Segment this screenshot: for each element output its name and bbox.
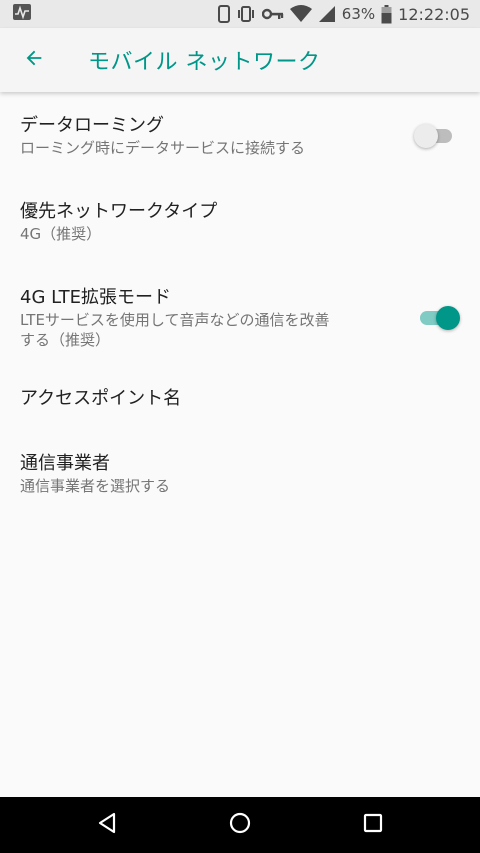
- nav-recents-button[interactable]: [343, 797, 403, 853]
- square-recents-icon: [361, 811, 385, 839]
- pref-text: 通信事業者 通信事業者を選択する: [20, 452, 170, 496]
- cell-signal-icon: [318, 5, 336, 23]
- pref-title: 4G LTE拡張モード: [20, 287, 172, 308]
- status-right: 63% 12:22:05: [217, 4, 470, 24]
- page-title: モバイル ネットワーク: [88, 50, 321, 75]
- battery-icon: [381, 4, 392, 24]
- clock: 12:22:05: [398, 4, 470, 24]
- preference-list: データローミング ローミング時にデータサービスに接続する 優先ネットワークタイプ…: [0, 92, 480, 797]
- app-bar: モバイル ネットワーク: [0, 28, 480, 92]
- circle-home-icon: [228, 811, 252, 839]
- nav-back-button[interactable]: [77, 797, 137, 853]
- pref-title: 優先ネットワークタイプ: [20, 201, 218, 222]
- pref-enhanced-4g-lte[interactable]: 4G LTE拡張モード LTEサービスを使用して音声などの通信を改善する（推奨）: [0, 278, 480, 358]
- pref-summary: 4G（推奨）: [20, 225, 102, 243]
- navigation-bar: [0, 797, 480, 853]
- vibrate-icon: [236, 5, 256, 23]
- data-roaming-toggle[interactable]: [414, 121, 458, 151]
- pref-network-operators[interactable]: 通信事業者 通信事業者を選択する: [0, 444, 480, 504]
- activity-monitor-icon: [12, 3, 32, 25]
- pref-summary: 通信事業者を選択する: [20, 477, 171, 495]
- toggle-thumb: [436, 306, 460, 330]
- pref-title: データローミング: [20, 115, 164, 136]
- arrow-back-icon: [23, 47, 45, 73]
- pref-title: 通信事業者: [20, 453, 110, 474]
- toggle-thumb: [414, 124, 438, 148]
- pref-text: 優先ネットワークタイプ 4G（推奨）: [20, 200, 217, 244]
- pref-summary: ローミング時にデータサービスに接続する: [20, 139, 306, 157]
- pref-title: アクセスポイント名: [20, 388, 182, 409]
- status-bar: 63% 12:22:05: [0, 0, 480, 28]
- pref-text: アクセスポイント名: [20, 387, 181, 411]
- pref-access-point-names[interactable]: アクセスポイント名: [0, 374, 480, 424]
- phone-icon: [217, 5, 230, 23]
- wifi-icon: [289, 5, 312, 23]
- status-left: [12, 3, 32, 25]
- enhanced-4g-lte-toggle[interactable]: [414, 303, 460, 333]
- battery-percent: 63%: [341, 5, 376, 23]
- pref-text: データローミング ローミング時にデータサービスに接続する: [20, 114, 305, 158]
- back-button[interactable]: [2, 28, 66, 92]
- pref-text: 4G LTE拡張モード LTEサービスを使用して音声などの通信を改善する（推奨）: [20, 286, 340, 350]
- pref-preferred-network-type[interactable]: 優先ネットワークタイプ 4G（推奨）: [0, 192, 480, 252]
- vpn-key-icon: [261, 7, 284, 21]
- nav-home-button[interactable]: [210, 797, 270, 853]
- pref-summary: LTEサービスを使用して音声などの通信を改善する（推奨）: [20, 311, 330, 349]
- pref-data-roaming[interactable]: データローミング ローミング時にデータサービスに接続する: [0, 106, 480, 166]
- triangle-back-icon: [95, 811, 119, 839]
